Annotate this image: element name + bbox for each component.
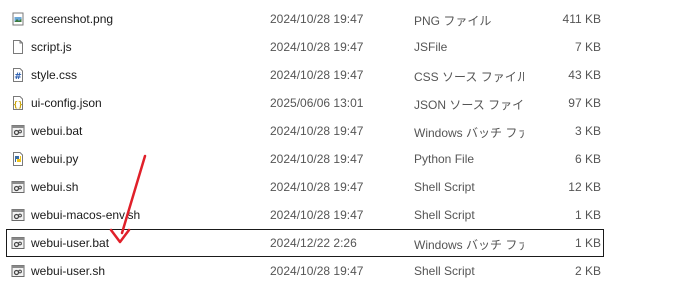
json-file-icon: {} [11,96,25,110]
file-row-webui-user-sh[interactable]: webui-user.sh 2024/10/28 19:47 Shell Scr… [0,257,683,285]
file-size: 6 KB [574,152,601,166]
file-size: 12 KB [568,180,601,194]
file-type: CSS ソース ファイル [414,70,524,84]
file-name: webui-macos-env.sh [31,208,141,222]
shell-file-icon [11,208,25,222]
file-size: 411 KB [562,12,601,26]
file-date: 2024/10/28 19:47 [270,152,364,166]
svg-text:{}: {} [13,100,23,109]
file-name: webui.bat [31,124,83,138]
blank-file-icon [11,40,25,54]
file-type: JSON ソース ファイル [414,98,524,112]
file-type: Shell Script [414,180,475,194]
file-size: 3 KB [574,124,601,138]
file-date: 2024/10/28 19:47 [270,124,364,138]
file-row-script-js[interactable]: script.js 2024/10/28 19:47 JSFile 7 KB [0,33,683,61]
file-type: Python File [414,152,475,166]
file-date: 2024/10/28 19:47 [270,208,364,222]
python-file-icon [11,152,25,166]
file-name: webui.py [31,152,79,166]
svg-text:#: # [14,72,22,82]
file-date: 2024/10/28 19:47 [270,264,364,278]
file-name: screenshot.png [31,12,114,26]
file-row-webui-macos-env-sh[interactable]: webui-macos-env.sh 2024/10/28 19:47 Shel… [0,201,683,229]
file-name: webui.sh [31,180,79,194]
file-row-webui-py[interactable]: webui.py 2024/10/28 19:47 Python File 6 … [0,145,683,173]
css-file-icon: # [11,68,25,82]
file-size: 1 KB [574,208,601,222]
file-row-webui-user-bat[interactable]: webui-user.bat 2024/12/22 2:26 Windows バ… [6,229,604,257]
file-list: screenshot.png 2024/10/28 19:47 PNG ファイル… [0,5,683,285]
file-size: 7 KB [574,40,601,54]
file-date: 2025/06/06 13:01 [270,96,364,110]
file-date: 2024/10/28 19:47 [270,68,364,82]
file-size: 97 KB [568,96,601,110]
file-name: style.css [31,68,78,82]
file-date: 2024/10/28 19:47 [270,12,364,26]
file-type: Shell Script [414,264,475,278]
file-name: webui-user.sh [31,264,106,278]
file-size: 1 KB [574,236,601,250]
file-name: ui-config.json [31,96,102,110]
image-file-icon [11,12,25,26]
file-name: script.js [31,40,72,54]
shell-file-icon [11,264,25,278]
batch-file-icon [11,236,25,250]
file-type: Windows バッチ ファ... [414,238,524,252]
file-row-webui-bat[interactable]: webui.bat 2024/10/28 19:47 Windows バッチ フ… [0,117,683,145]
batch-file-icon [11,124,25,138]
file-row-ui-config-json[interactable]: {} ui-config.json 2025/06/06 13:01 JSON … [0,89,683,117]
file-type: Windows バッチ ファ... [414,126,524,140]
file-type: JSFile [414,40,448,54]
file-size: 2 KB [574,264,601,278]
file-type: PNG ファイル [414,14,492,28]
file-date: 2024/10/28 19:47 [270,40,364,54]
file-name: webui-user.bat [31,236,110,250]
file-row-style-css[interactable]: # style.css 2024/10/28 19:47 CSS ソース ファイ… [0,61,683,89]
file-row-screenshot-png[interactable]: screenshot.png 2024/10/28 19:47 PNG ファイル… [0,5,683,33]
file-type: Shell Script [414,208,475,222]
file-date: 2024/10/28 19:47 [270,180,364,194]
file-date: 2024/12/22 2:26 [270,236,357,250]
file-size: 43 KB [568,68,601,82]
file-row-webui-sh[interactable]: webui.sh 2024/10/28 19:47 Shell Script 1… [0,173,683,201]
shell-file-icon [11,180,25,194]
